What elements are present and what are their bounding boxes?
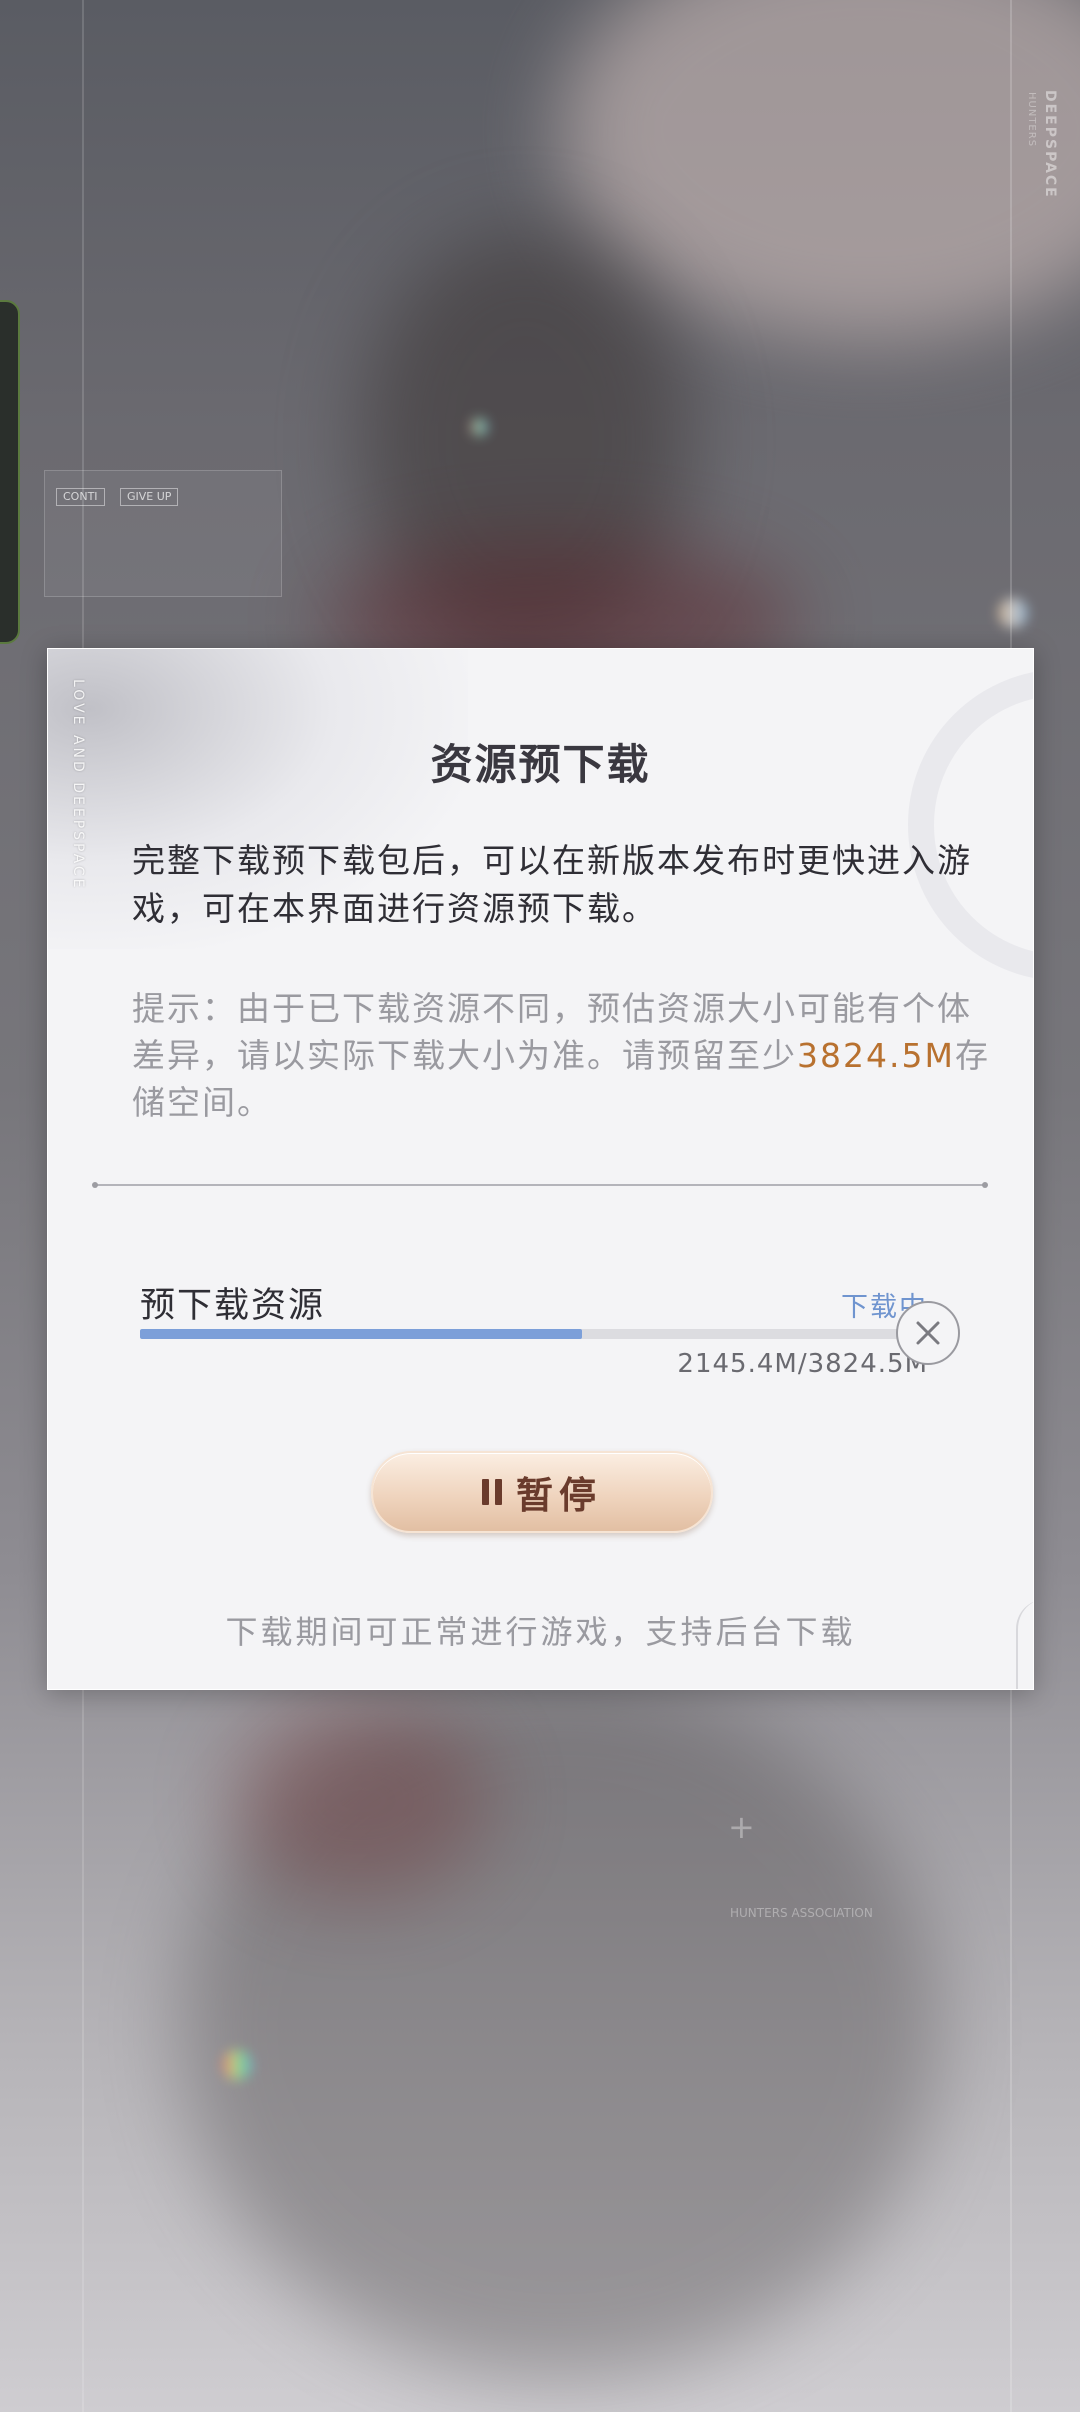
plus-icon: + — [728, 1808, 755, 1846]
divider-dot — [92, 1182, 98, 1188]
lens-flare — [470, 418, 488, 436]
background-figure-red — [230, 1700, 490, 1900]
background-brand: DEEPSPACE — [1042, 90, 1058, 199]
close-icon — [916, 1321, 940, 1345]
tip-required-size: 3824.5M — [797, 1036, 955, 1075]
background-chip: CONTI — [56, 488, 105, 506]
game-screen: CONTI GIVE UP DEEPSPACE HUNTERS + HUNTER… — [0, 0, 1080, 2412]
background-brand-sub: HUNTERS — [1026, 92, 1037, 148]
background-side-tab — [0, 300, 20, 644]
pause-label: 暂停 — [516, 1473, 602, 1517]
download-progress-fill — [140, 1329, 583, 1339]
download-size: 2145.4M/3824.5M — [677, 1349, 928, 1379]
lens-flare — [222, 2050, 252, 2080]
pause-icon — [482, 1479, 502, 1505]
predownload-dialog: LOVE AND DEEPSPACE 资源预下载 完整下载预下载包后，可以在新版… — [47, 648, 1034, 1690]
dialog-footer-note: 下载期间可正常进行游戏，支持后台下载 — [225, 1613, 856, 1651]
dialog-decoration — [908, 669, 1033, 981]
lens-flare — [998, 598, 1028, 628]
pause-button[interactable]: 暂停 — [371, 1451, 713, 1533]
background-chip: GIVE UP — [120, 488, 179, 506]
dialog-title: 资源预下载 — [430, 740, 651, 789]
background-association-text: HUNTERS ASSOCIATION — [730, 1906, 873, 1920]
download-label: 预下载资源 — [140, 1286, 326, 1326]
download-progress-bar — [140, 1329, 928, 1339]
divider — [96, 1184, 984, 1186]
cancel-download-button[interactable] — [896, 1301, 960, 1365]
dialog-tip: 提示：由于已下载资源不同，预估资源大小可能有个体差异，请以实际下载大小为准。请预… — [132, 985, 992, 1126]
dialog-description: 完整下载预下载包后，可以在新版本发布时更快进入游戏，可在本界面进行资源预下载。 — [132, 841, 972, 928]
divider-dot — [982, 1182, 988, 1188]
